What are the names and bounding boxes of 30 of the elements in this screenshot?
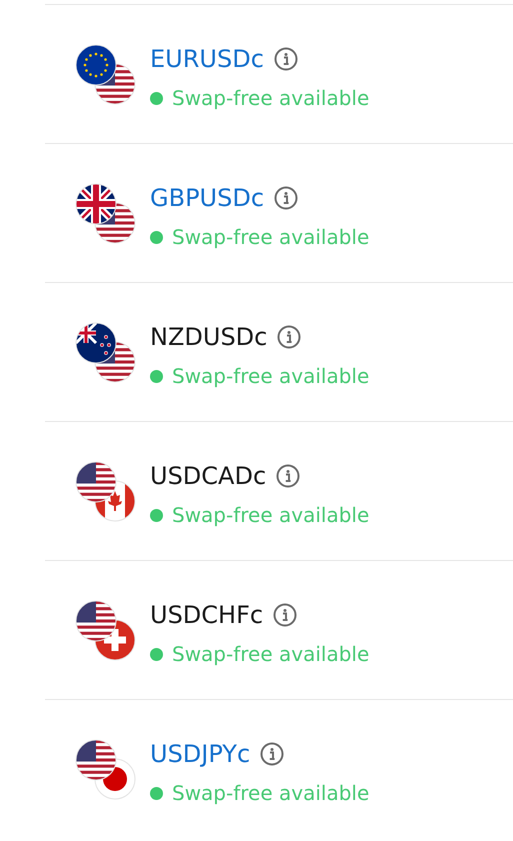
- flag-icon: [75, 461, 117, 503]
- info-icon[interactable]: [276, 464, 300, 488]
- symbol-link[interactable]: GBPUSDc: [150, 184, 264, 212]
- flag-icon: [75, 739, 117, 781]
- flag-icon: [75, 183, 117, 225]
- symbol-link[interactable]: EURUSDc: [150, 45, 264, 73]
- status-dot: [150, 648, 163, 660]
- symbol-name: USDCHFc: [150, 601, 264, 629]
- info-icon[interactable]: [277, 325, 302, 349]
- info-icon[interactable]: [274, 186, 298, 210]
- status-dot: [150, 508, 163, 522]
- status-dot: [150, 786, 163, 800]
- status-text: Swap-free available: [172, 86, 370, 110]
- status-text: Swap-free available: [172, 642, 370, 666]
- flag-icon: [75, 44, 117, 86]
- info-icon[interactable]: [260, 742, 284, 766]
- status-dot: [150, 92, 163, 104]
- status-text: Swap-free available: [172, 503, 370, 527]
- status-text: Swap-free available: [172, 225, 370, 249]
- symbol-link[interactable]: USDJPYc: [150, 740, 250, 768]
- flag-icon: [75, 322, 117, 364]
- status-text: Swap-free available: [172, 781, 370, 805]
- symbol-name: USDCADc: [150, 462, 266, 490]
- status-dot: [150, 230, 163, 244]
- info-icon[interactable]: [273, 603, 298, 627]
- status-text: Swap-free available: [172, 364, 370, 388]
- symbol-name: NZDUSDc: [150, 323, 268, 351]
- info-icon[interactable]: [274, 47, 298, 71]
- status-dot: [150, 370, 163, 382]
- flag-icon: [75, 600, 117, 642]
